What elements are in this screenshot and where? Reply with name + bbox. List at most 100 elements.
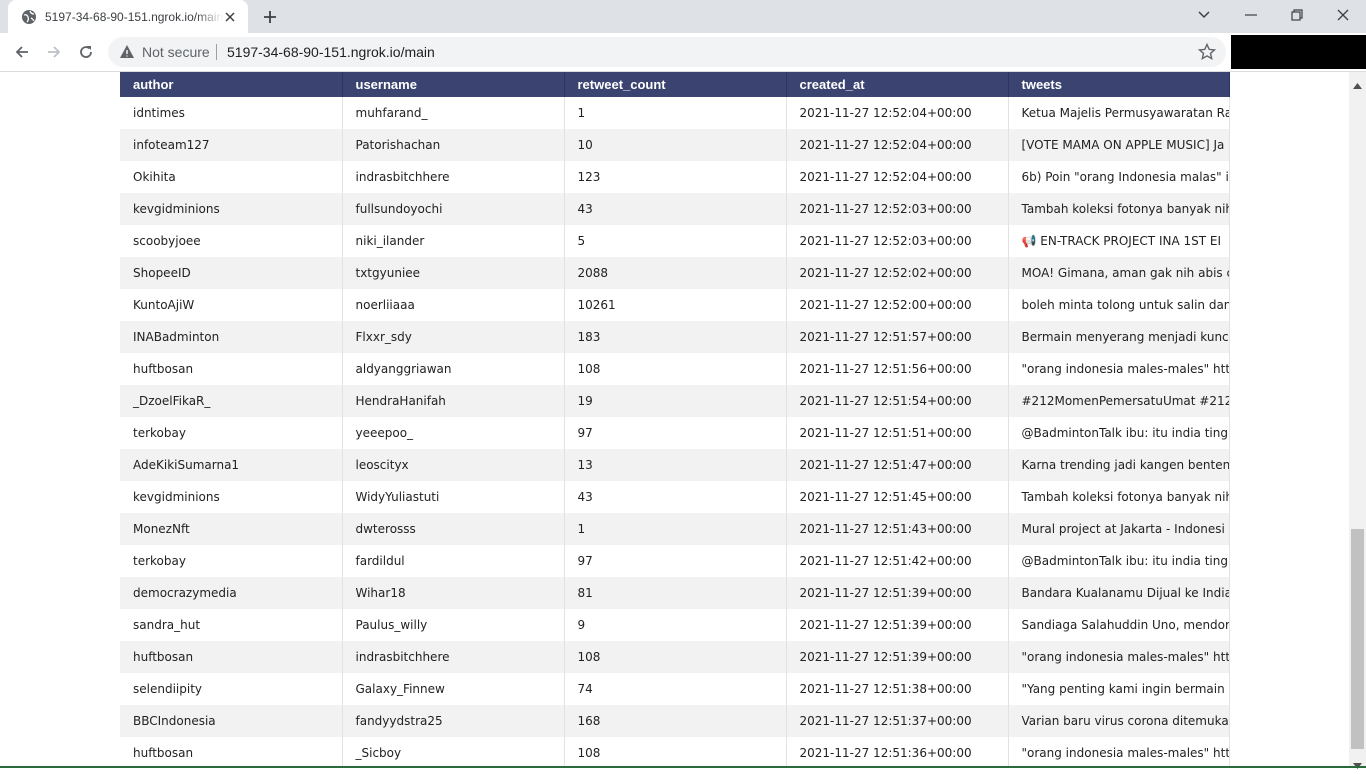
vertical-scrollbar[interactable] (1349, 72, 1366, 769)
cell-username: aldyanggriawan (342, 353, 565, 385)
cell-username: muhfarand_ (342, 97, 565, 129)
cell-tweet: Sandiaga Salahuddin Uno, mendor (1008, 609, 1230, 641)
table-row: huftbosan indrasbitchhere 108 2021-11-27 12… (120, 641, 1230, 673)
cell-author: selendiipity (120, 673, 343, 705)
cell-username: dwterosss (342, 513, 565, 545)
cell-username: _Sicboy (342, 737, 565, 768)
cell-retweet-count: 43 (564, 193, 787, 225)
cell-tweet: Karna trending jadi kangen benten (1008, 449, 1230, 481)
cell-created-at: 2021-11-27 12:52:04+00:00 (786, 97, 1009, 129)
cell-tweet: @BadmintonTalk ibu: itu india ting (1008, 417, 1230, 449)
cell-tweet: Varian baru virus corona ditemuka (1008, 705, 1230, 737)
window-close-button[interactable] (1320, 0, 1366, 30)
cell-created-at: 2021-11-27 12:51:45+00:00 (786, 481, 1009, 513)
cell-created-at: 2021-11-27 12:51:42+00:00 (786, 545, 1009, 577)
cell-username: yeeepoo_ (342, 417, 565, 449)
cell-author: scoobyjoee (120, 225, 343, 257)
cell-retweet-count: 183 (564, 321, 787, 353)
bookmark-star-icon[interactable] (1197, 42, 1217, 61)
cell-username: indrasbitchhere (342, 161, 565, 193)
cell-username: indrasbitchhere (342, 641, 565, 673)
cell-username: Paulus_willy (342, 609, 565, 641)
cell-username: HendraHanifah (342, 385, 565, 417)
cell-author: ShopeeID (120, 257, 343, 289)
reload-button[interactable] (72, 38, 100, 66)
column-header-author: author (120, 72, 343, 97)
cell-created-at: 2021-11-27 12:51:36+00:00 (786, 737, 1009, 768)
cell-created-at: 2021-11-27 12:51:47+00:00 (786, 449, 1009, 481)
scrollbar-thumb[interactable] (1351, 529, 1364, 749)
close-icon[interactable] (222, 9, 238, 25)
column-header-tweets: tweets (1008, 72, 1230, 97)
restore-button[interactable] (1274, 0, 1320, 30)
cell-tweet: Tambah koleksi fotonya banyak nih (1008, 481, 1230, 513)
cell-username: txtgyuniee (342, 257, 565, 289)
tab-search-button[interactable] (1181, 0, 1227, 30)
cell-retweet-count: 97 (564, 545, 787, 577)
cell-created-at: 2021-11-27 12:51:39+00:00 (786, 577, 1009, 609)
cell-username: WidyYuliastuti (342, 481, 565, 513)
cell-tweet: Mural project at Jakarta - Indonesi (1008, 513, 1230, 545)
cell-author: huftbosan (120, 737, 343, 768)
table-row: sandra_hut Paulus_willy 9 2021-11-27 12:51:… (120, 609, 1230, 641)
cell-tweet: 📢 EN-TRACK PROJECT INA 1ST EI (1008, 225, 1230, 257)
forward-button[interactable] (40, 38, 68, 66)
tweets-table: author username retweet_count created_at… (120, 72, 1230, 768)
cell-author: kevgidminions (120, 481, 343, 513)
minimize-button[interactable] (1228, 0, 1274, 30)
address-bar[interactable]: Not secure 5197-34-68-90-151.ngrok.io/ma… (108, 37, 1226, 67)
browser-tab[interactable]: 5197-34-68-90-151.ngrok.io/main (8, 0, 248, 33)
cell-retweet-count: 108 (564, 353, 787, 385)
scroll-up-arrow-icon[interactable] (1353, 76, 1362, 94)
cell-username: noerliiaaa (342, 289, 565, 321)
cell-retweet-count: 10 (564, 129, 787, 161)
cell-author: democrazymedia (120, 577, 343, 609)
cell-retweet-count: 9 (564, 609, 787, 641)
table-row: kevgidminions WidyYuliastuti 43 2021-11-27 … (120, 481, 1230, 513)
cell-tweet: @BadmintonTalk ibu: itu india ting (1008, 545, 1230, 577)
table-row: AdeKikiSumarna1 leoscityx 13 2021-11-27 12:… (120, 449, 1230, 481)
cell-author: KuntoAjiW (120, 289, 343, 321)
scroll-down-arrow-icon[interactable] (1353, 756, 1362, 774)
browser-toolbar: Not secure 5197-34-68-90-151.ngrok.io/ma… (0, 33, 1366, 72)
cell-retweet-count: 5 (564, 225, 787, 257)
new-tab-button[interactable] (256, 4, 284, 30)
cell-tweet: "orang indonesia males-males" htt (1008, 641, 1230, 673)
table-row: scoobyjoee niki_ilander 5 2021-11-27 12:52:… (120, 225, 1230, 257)
cell-author: kevgidminions (120, 193, 343, 225)
back-button[interactable] (8, 38, 36, 66)
cell-retweet-count: 108 (564, 641, 787, 673)
cell-tweet: 6b) Poin "orang Indonesia malas" i (1008, 161, 1230, 193)
cell-retweet-count: 1 (564, 97, 787, 129)
warning-icon[interactable] (119, 44, 135, 60)
cell-username: Flxxr_sdy (342, 321, 565, 353)
table-header-row: author username retweet_count created_at… (120, 72, 1230, 97)
cell-author: _DzoelFikaR_ (120, 385, 343, 417)
table-row: huftbosan aldyanggriawan 108 2021-11-27 12:… (120, 353, 1230, 385)
url-text[interactable]: 5197-34-68-90-151.ngrok.io/main (227, 44, 435, 60)
column-header-created-at: created_at (786, 72, 1009, 97)
table-row: KuntoAjiW noerliiaaa 10261 2021-11-27 12:52… (120, 289, 1230, 321)
cell-username: leoscityx (342, 449, 565, 481)
table-row: ShopeeID txtgyuniee 2088 2021-11-27 12:52:0… (120, 257, 1230, 289)
cell-author: AdeKikiSumarna1 (120, 449, 343, 481)
cell-created-at: 2021-11-27 12:51:37+00:00 (786, 705, 1009, 737)
table-row: idntimes muhfarand_ 1 2021-11-27 12:52:04+0… (120, 97, 1230, 129)
cell-created-at: 2021-11-27 12:51:54+00:00 (786, 385, 1009, 417)
cell-created-at: 2021-11-27 12:52:00+00:00 (786, 289, 1009, 321)
cell-tweet: #212MomenPemersatuUmat #212 (1008, 385, 1230, 417)
cell-created-at: 2021-11-27 12:51:39+00:00 (786, 609, 1009, 641)
cell-username: Galaxy_Finnew (342, 673, 565, 705)
cell-tweet: Ketua Majelis Permusyawaratan Ra (1008, 97, 1230, 129)
cell-retweet-count: 19 (564, 385, 787, 417)
cell-created-at: 2021-11-27 12:52:02+00:00 (786, 257, 1009, 289)
cell-retweet-count: 13 (564, 449, 787, 481)
page-content: author username retweet_count created_at… (0, 72, 1349, 768)
cell-tweet: "orang indonesia males-males" htt (1008, 353, 1230, 385)
cell-tweet: boleh minta tolong untuk salin dan (1008, 289, 1230, 321)
cell-author: BBCIndonesia (120, 705, 343, 737)
cell-tweet: "Yang penting kami ingin bermain (1008, 673, 1230, 705)
table-row: kevgidminions fullsundoyochi 43 2021-11-27 … (120, 193, 1230, 225)
security-label[interactable]: Not secure (142, 44, 210, 60)
column-header-username: username (342, 72, 565, 97)
